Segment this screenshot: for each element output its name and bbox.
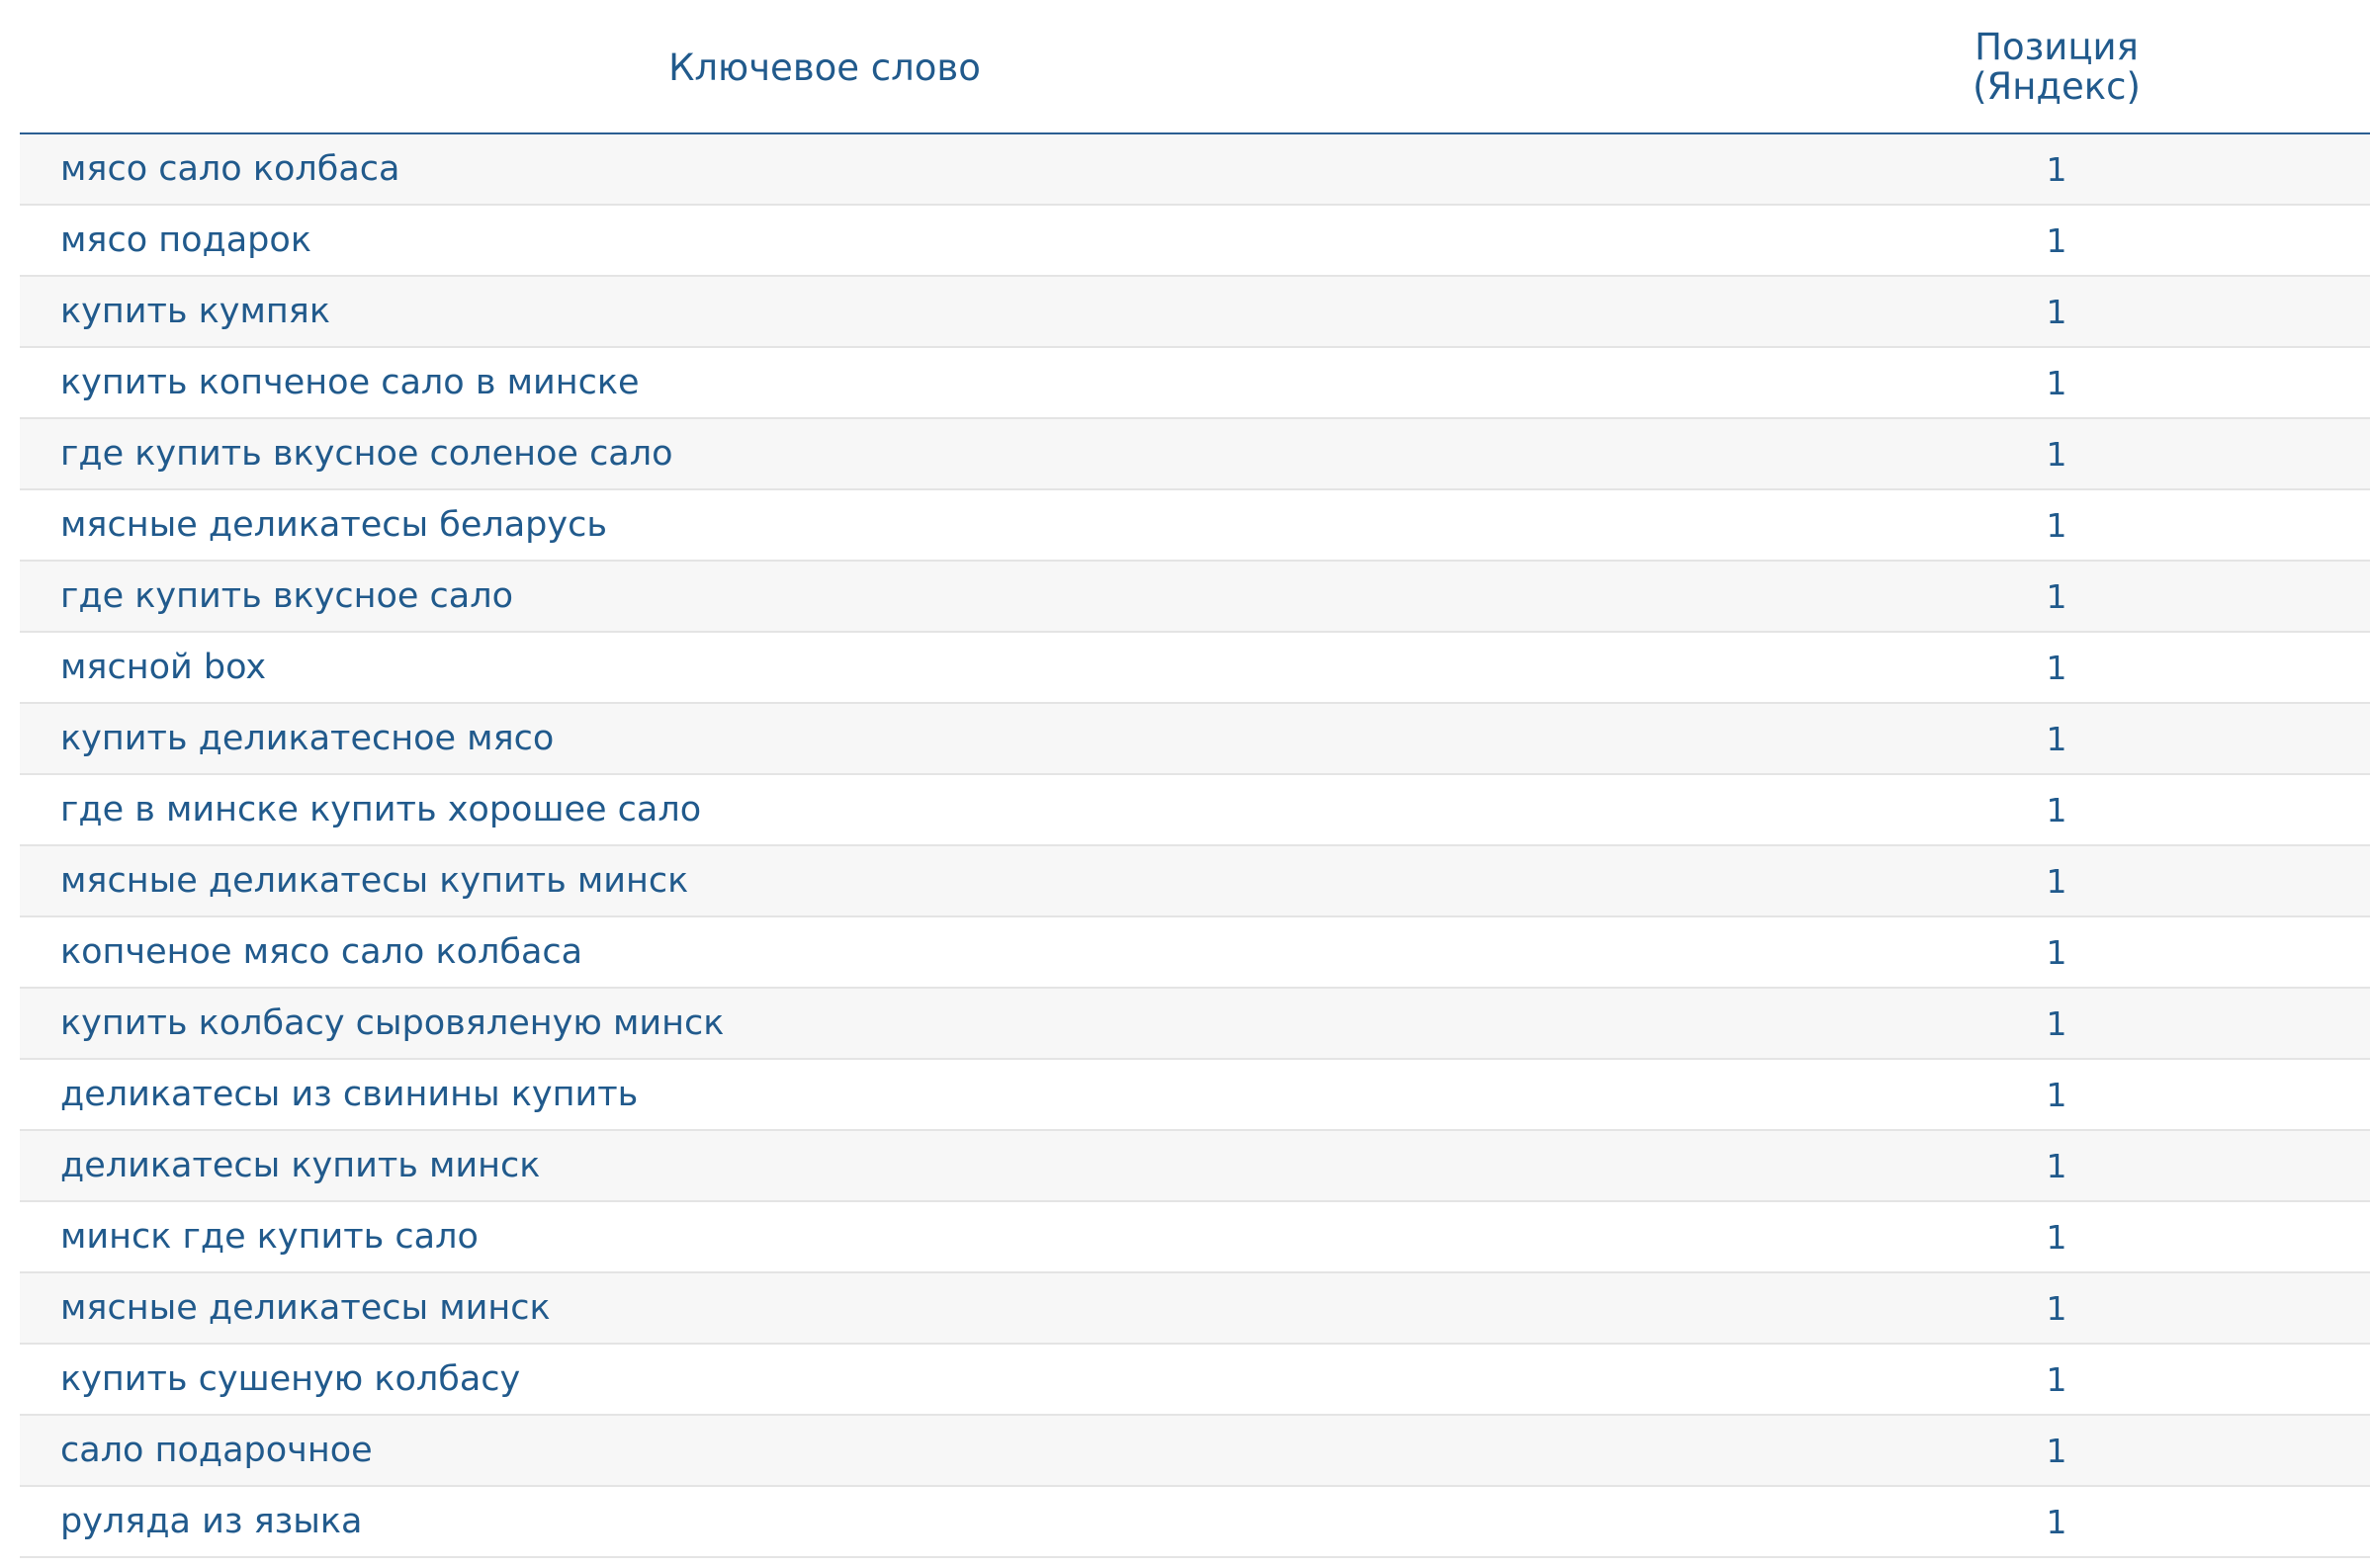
keyword-cell: мясные деликатесы беларусь — [60, 505, 607, 545]
table-row: мясо подарок 1 — [20, 206, 2370, 277]
position-cell: 1 — [2046, 434, 2067, 474]
table-row: руляда из языка 1 — [20, 1487, 2370, 1558]
keyword-cell: руляда из языка — [60, 1502, 363, 1541]
keyword-cell: мясной box — [60, 648, 267, 687]
column-header-position[interactable]: Позиция (Яндекс) — [1908, 28, 2205, 107]
keyword-positions-table: Ключевое слово Позиция (Яндекс) мясо сал… — [20, 0, 2370, 1558]
position-cell: 1 — [2046, 149, 2067, 189]
position-cell: 1 — [2046, 932, 2067, 972]
table-row: мясной box 1 — [20, 633, 2370, 704]
keyword-cell: мясо сало колбаса — [60, 149, 400, 189]
position-cell: 1 — [2046, 1003, 2067, 1043]
keyword-cell: мясные деликатесы купить минск — [60, 861, 689, 901]
table-row: купить копченое сало в минске 1 — [20, 348, 2370, 419]
position-cell: 1 — [2046, 1288, 2067, 1328]
position-cell: 1 — [2046, 363, 2067, 402]
position-cell: 1 — [2046, 719, 2067, 758]
position-cell: 1 — [2046, 1146, 2067, 1185]
position-cell: 1 — [2046, 220, 2067, 260]
column-header-position-line1: Позиция — [1975, 26, 2139, 68]
keyword-cell: минск где купить сало — [60, 1217, 479, 1257]
table-row: копченое мясо сало колбаса 1 — [20, 917, 2370, 989]
position-cell: 1 — [2046, 576, 2067, 616]
table-row: мясные деликатесы купить минск 1 — [20, 846, 2370, 917]
keyword-cell: купить колбасу сыровяленую минск — [60, 1003, 725, 1043]
table-row: деликатесы из свинины купить 1 — [20, 1060, 2370, 1131]
position-cell: 1 — [2046, 1431, 2067, 1470]
position-cell: 1 — [2046, 861, 2067, 901]
keyword-cell: копченое мясо сало колбаса — [60, 932, 583, 972]
position-cell: 1 — [2046, 292, 2067, 331]
column-header-keyword[interactable]: Ключевое слово — [20, 0, 1629, 134]
table-row: где в минске купить хорошее сало 1 — [20, 775, 2370, 846]
keyword-cell: купить сушеную колбасу — [60, 1359, 521, 1399]
keyword-cell: деликатесы купить минск — [60, 1146, 541, 1185]
keyword-cell: где купить вкусное соленое сало — [60, 434, 673, 474]
keyword-cell: купить деликатесное мясо — [60, 719, 555, 758]
position-cell: 1 — [2046, 1502, 2067, 1541]
position-cell: 1 — [2046, 1359, 2067, 1399]
position-cell: 1 — [2046, 505, 2067, 545]
table-row: где купить вкусное сало 1 — [20, 562, 2370, 633]
position-cell: 1 — [2046, 648, 2067, 687]
table-row: где купить вкусное соленое сало 1 — [20, 419, 2370, 490]
table-row: деликатесы купить минск 1 — [20, 1131, 2370, 1202]
keyword-cell: деликатесы из свинины купить — [60, 1075, 639, 1114]
column-header-position-line2: (Яндекс) — [1973, 65, 2141, 108]
position-cell: 1 — [2046, 1075, 2067, 1114]
keyword-cell: мясо подарок — [60, 220, 311, 260]
table-row: купить деликатесное мясо 1 — [20, 704, 2370, 775]
keyword-cell: где купить вкусное сало — [60, 576, 514, 616]
table-row: купить колбасу сыровяленую минск 1 — [20, 989, 2370, 1060]
table-row: купить кумпяк 1 — [20, 277, 2370, 348]
position-cell: 1 — [2046, 1217, 2067, 1257]
table-row: мясо сало колбаса 1 — [20, 134, 2370, 206]
position-cell: 1 — [2046, 790, 2067, 829]
keyword-cell: где в минске купить хорошее сало — [60, 790, 702, 829]
table-row: минск где купить сало 1 — [20, 1202, 2370, 1273]
keyword-cell: мясные деликатесы минск — [60, 1288, 551, 1328]
keyword-cell: сало подарочное — [60, 1431, 373, 1470]
table-row: купить сушеную колбасу 1 — [20, 1345, 2370, 1416]
table-row: мясные деликатесы минск 1 — [20, 1273, 2370, 1345]
table-header: Ключевое слово Позиция (Яндекс) — [20, 0, 2370, 134]
table-body: мясо сало колбаса 1 мясо подарок 1 купить ку… — [20, 134, 2370, 1558]
keyword-cell: купить копченое сало в минске — [60, 363, 640, 402]
keyword-cell: купить кумпяк — [60, 292, 330, 331]
table-row: мясные деликатесы беларусь 1 — [20, 490, 2370, 562]
table-row: сало подарочное 1 — [20, 1416, 2370, 1487]
